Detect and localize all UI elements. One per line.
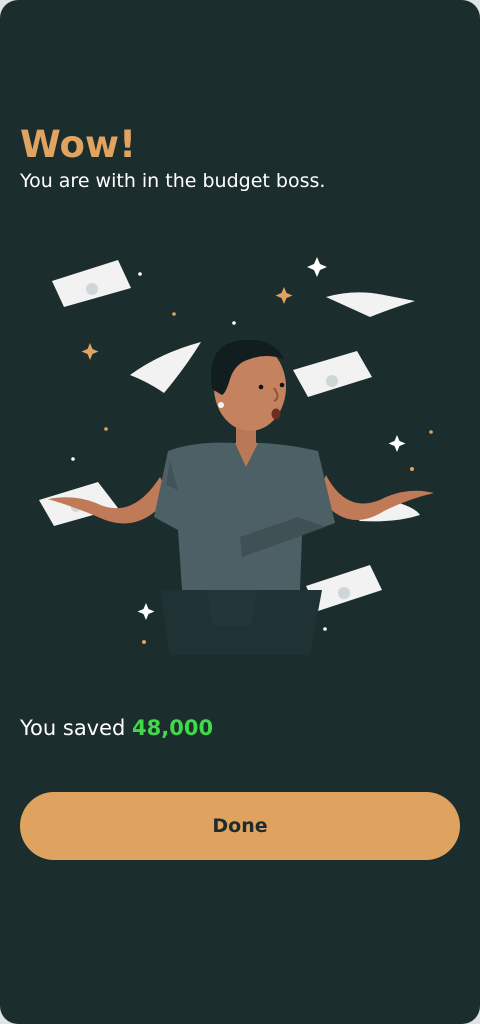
celebration-illustration [39,257,434,655]
savings-summary: You saved 48,000 [20,713,213,743]
page-title: Wow! [20,123,136,166]
savings-amount: 48,000 [132,716,214,740]
success-screen: Wow! You are with in the budget boss. Yo… [0,0,480,1024]
page-subtitle: You are with in the budget boss. [20,170,326,192]
savings-label: You saved [20,716,126,740]
done-button[interactable]: Done [20,792,460,860]
